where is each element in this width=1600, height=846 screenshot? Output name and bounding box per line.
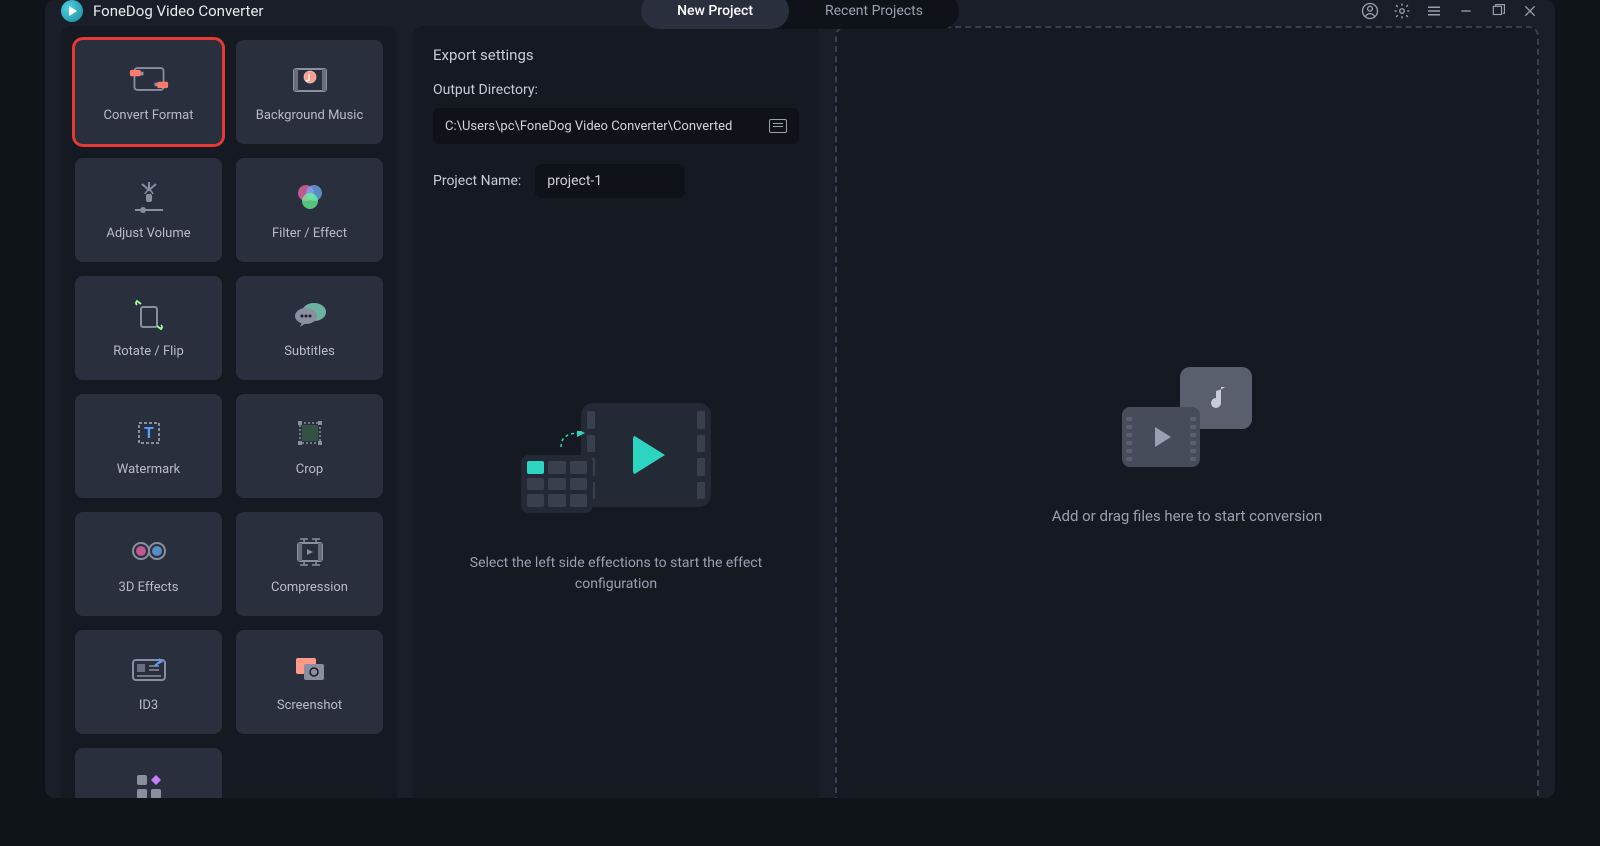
- tool-rotate-flip[interactable]: Rotate / Flip: [75, 276, 222, 380]
- tool-label: Filter / Effect: [272, 226, 347, 241]
- 3d-effects-icon: [129, 534, 169, 568]
- tool-label: Adjust Volume: [106, 226, 190, 241]
- watermark-icon: T: [129, 416, 169, 450]
- project-tabs: New Project Recent Projects: [641, 0, 959, 29]
- tool-filter-effect[interactable]: Filter / Effect: [236, 158, 383, 262]
- tool-screenshot[interactable]: Screenshot: [236, 630, 383, 734]
- settings-icon[interactable]: [1393, 2, 1411, 20]
- rotate-flip-icon: [129, 298, 169, 332]
- app-title: FoneDog Video Converter: [93, 2, 263, 20]
- tool-3d-effects[interactable]: 3D Effects: [75, 512, 222, 616]
- tool-label: ID3: [139, 698, 158, 713]
- tool-label: Watermark: [117, 462, 180, 477]
- tool-sidebar: Convert Format Background Music Adjust V…: [61, 26, 397, 798]
- maximize-button[interactable]: [1489, 2, 1507, 20]
- menu-icon[interactable]: [1425, 2, 1443, 20]
- export-settings-title: Export settings: [433, 46, 799, 64]
- effect-config-illustration: [521, 403, 711, 513]
- drop-zone-hint: Add or drag files here to start conversi…: [1052, 507, 1323, 525]
- tool-label: 3D Effects: [119, 580, 179, 595]
- tool-id3[interactable]: ID3: [75, 630, 222, 734]
- close-button[interactable]: [1521, 2, 1539, 20]
- more-icon: [129, 770, 169, 799]
- screenshot-icon: [290, 652, 330, 686]
- svg-text:T: T: [144, 423, 154, 442]
- tab-new-project[interactable]: New Project: [641, 0, 789, 29]
- filter-effect-icon: [290, 180, 330, 214]
- tool-crop[interactable]: Crop: [236, 394, 383, 498]
- tool-label: Subtitles: [284, 344, 335, 359]
- tool-adjust-volume[interactable]: Adjust Volume: [75, 158, 222, 262]
- tool-label: Compression: [271, 580, 348, 595]
- file-drop-zone[interactable]: Add or drag files here to start conversi…: [835, 26, 1539, 798]
- background-music-icon: [290, 62, 330, 96]
- adjust-volume-icon: [129, 180, 169, 214]
- output-directory-label: Output Directory:: [433, 82, 799, 98]
- output-directory-value: C:\Users\pc\FoneDog Video Converter\Conv…: [445, 119, 769, 134]
- export-hint-text: Select the left side effections to start…: [456, 553, 776, 595]
- compression-icon: [290, 534, 330, 568]
- tab-recent-projects[interactable]: Recent Projects: [789, 0, 959, 29]
- export-settings-panel: Export settings Output Directory: C:\Use…: [413, 26, 819, 798]
- tool-compression[interactable]: Compression: [236, 512, 383, 616]
- tool-subtitles[interactable]: Subtitles: [236, 276, 383, 380]
- output-directory-field[interactable]: C:\Users\pc\FoneDog Video Converter\Conv…: [433, 108, 799, 144]
- browse-folder-icon[interactable]: [769, 119, 787, 133]
- tool-label: Rotate / Flip: [113, 344, 184, 359]
- tool-background-music[interactable]: Background Music: [236, 40, 383, 144]
- crop-icon: [290, 416, 330, 450]
- app-logo-icon: [61, 0, 83, 22]
- tool-label: Crop: [296, 462, 323, 477]
- tool-more[interactable]: More: [75, 748, 222, 798]
- tool-label: Convert Format: [104, 108, 194, 123]
- subtitles-icon: [290, 298, 330, 332]
- convert-format-icon: [129, 62, 169, 96]
- tool-watermark[interactable]: T Watermark: [75, 394, 222, 498]
- id3-icon: [129, 652, 169, 686]
- account-icon[interactable]: [1361, 2, 1379, 20]
- tool-label: Background Music: [256, 108, 364, 123]
- tool-convert-format[interactable]: Convert Format: [75, 40, 222, 144]
- tool-label: Screenshot: [277, 698, 342, 713]
- titlebar: FoneDog Video Converter New Project Rece…: [45, 0, 1555, 22]
- minimize-button[interactable]: [1457, 2, 1475, 20]
- drop-zone-illustration: [1122, 367, 1252, 467]
- project-name-input[interactable]: [535, 164, 685, 198]
- project-name-label: Project Name:: [433, 173, 521, 189]
